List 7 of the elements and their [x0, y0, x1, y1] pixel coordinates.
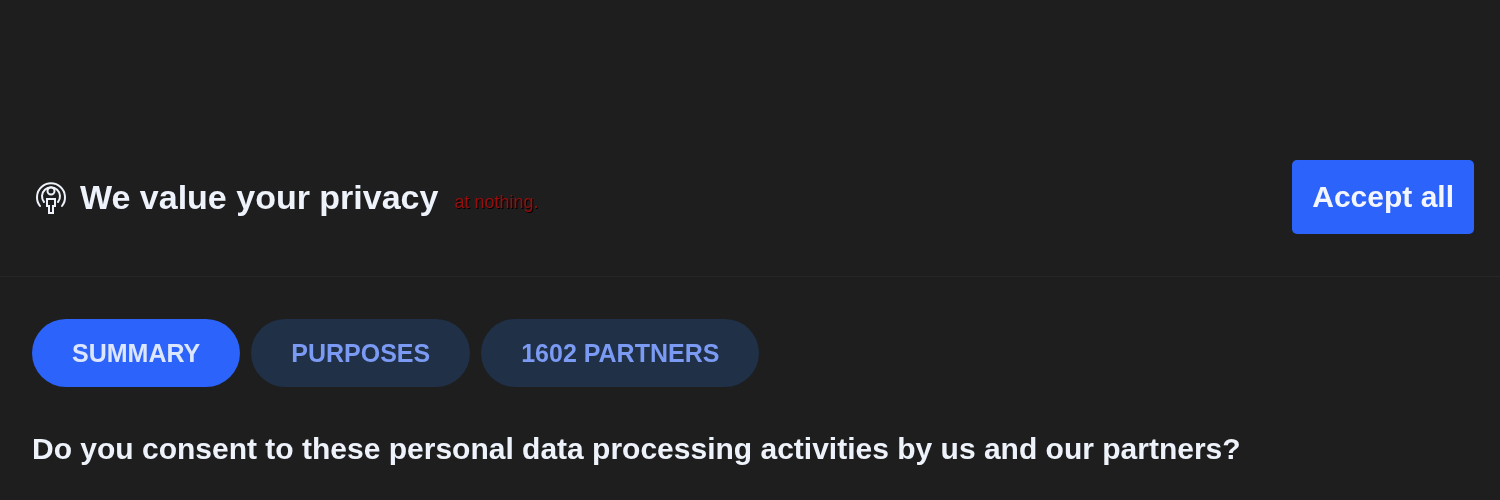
consent-question: Do you consent to these personal data processing activities by us and our partners? — [31, 431, 1242, 466]
dialog-title: We value your privacy — [80, 177, 439, 217]
tab[interactable]: 1602 PARTNERS — [481, 319, 760, 387]
annotation-text: at nothing. — [454, 191, 539, 213]
tab[interactable]: PURPOSES — [251, 319, 471, 387]
accept-all-button[interactable]: Accept all — [1292, 160, 1474, 234]
tab[interactable]: SUMMARY — [32, 319, 241, 387]
